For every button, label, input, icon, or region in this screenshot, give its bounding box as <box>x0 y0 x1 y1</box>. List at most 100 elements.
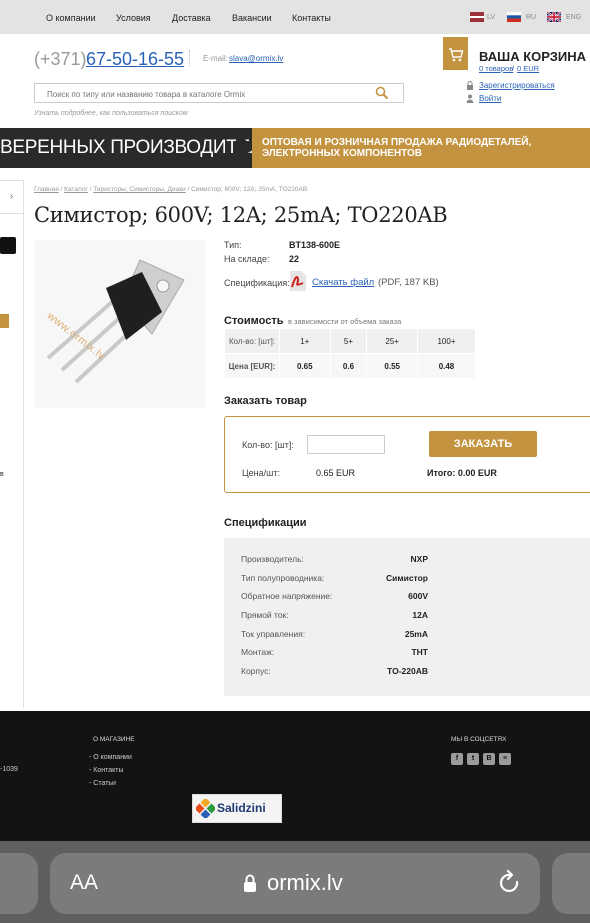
left-menu-arrow[interactable]: › <box>0 180 23 214</box>
lock-icon <box>244 874 256 892</box>
search-bar <box>34 83 404 105</box>
price-title: Стоимость <box>224 315 284 327</box>
product-image[interactable]: www.ormix.lv <box>34 240 206 408</box>
quantity-input[interactable] <box>307 435 385 454</box>
cart-title: ВАША КОРЗИНА <box>479 49 587 64</box>
lock-icon <box>467 81 473 90</box>
banner-line-2: ЭЛЕКТРОННЫХ КОМПОНЕНТОВ <box>262 148 423 159</box>
footer-link-contacts[interactable]: - Контакты <box>89 767 124 774</box>
blogger-icon[interactable]: B <box>483 753 495 765</box>
email-label: E-mail: <box>203 54 228 63</box>
breadcrumb: Главная / Каталог / Тиристоры, Симисторы… <box>34 186 308 193</box>
url-text[interactable]: ormix.lv <box>267 870 343 896</box>
spec-key: Ток управления: <box>241 629 306 639</box>
nav-link-contacts[interactable]: Контакты <box>292 13 331 23</box>
price-header-cell: Цена [EUR]: <box>224 353 280 379</box>
footer-link-articles[interactable]: - Статьи <box>89 780 116 787</box>
order-title: Заказать товар <box>224 395 307 407</box>
spec-value: 25mA <box>404 629 428 639</box>
phone-link[interactable]: 67-50-16-55 <box>86 49 184 70</box>
banner: ВЕРЕННЫХ ПРОИЗВОДИТЕЛЕЙ ОПТОВАЯ И РОЗНИЧ… <box>0 128 590 168</box>
top-nav: О компании Условия Доставка Вакансии Кон… <box>0 0 590 34</box>
lang-eng[interactable]: ENG <box>566 14 581 21</box>
pdf-icon[interactable] <box>289 271 306 291</box>
stock-label: На складе: <box>224 254 270 264</box>
facebook-icon[interactable]: f <box>451 753 463 765</box>
divider <box>189 50 191 66</box>
banner-line-1: ОПТОВАЯ И РОЗНИЧНАЯ ПРОДАЖА РАДИОДЕТАЛЕЙ… <box>262 137 532 148</box>
phone-prefix: (+371) <box>34 49 87 69</box>
spec-key: Обратное напряжение: <box>241 591 333 601</box>
spec-value: 600V <box>408 591 428 601</box>
footer-link-about[interactable]: - О компании <box>89 754 132 761</box>
spec-key: Прямой ток: <box>241 610 289 620</box>
type-label: Тип: <box>224 240 242 250</box>
russia-flag-icon[interactable] <box>507 12 521 22</box>
login-link[interactable]: Войти <box>479 94 501 103</box>
next-tab-pill[interactable] <box>552 853 590 914</box>
order-button[interactable]: ЗАКАЗАТЬ <box>429 431 537 457</box>
lang-ru[interactable]: RU <box>526 14 536 21</box>
left-menu-marker <box>0 314 9 328</box>
spec-value: Симистор <box>385 573 428 583</box>
price-table: Кол-во: [шт]: 1+ 5+ 25+ 100+ Цена [EUR]:… <box>224 328 477 379</box>
nav-link-delivery[interactable]: Доставка <box>172 13 211 23</box>
tier-cell: 100+ <box>416 328 477 354</box>
spec-value: TO-220AB <box>387 666 428 676</box>
footer-phone-fragment: -1039 <box>0 766 18 773</box>
rss-icon[interactable]: ≡ <box>499 753 511 765</box>
tier-cell: 5+ <box>329 328 368 354</box>
reload-icon[interactable] <box>497 869 523 897</box>
pdf-info: (PDF, 187 KB) <box>378 277 439 288</box>
spec-key: Корпус: <box>241 666 271 676</box>
search-hint-link[interactable]: Узнать подробнее, как пользоваться поиск… <box>34 110 188 117</box>
price-cell: 0.48 <box>416 353 477 379</box>
price-subtitle: в зависимости от объема заказа <box>287 317 402 326</box>
qty-header: Кол-во: [шт]: <box>224 328 280 354</box>
specs-title: Спецификации <box>224 517 307 529</box>
banner-arrow <box>236 128 252 168</box>
stock-value: 22 <box>289 254 300 264</box>
spec-key: Тип полупроводника: <box>241 573 325 583</box>
left-menu-fragment: в <box>0 471 4 478</box>
breadcrumb-catalog[interactable]: Каталог <box>64 186 88 193</box>
search-icon[interactable] <box>375 86 389 100</box>
cart-button[interactable] <box>443 37 468 70</box>
breadcrumb-category[interactable]: Тиристоры, Симисторы, Диаки <box>93 186 185 193</box>
cart-sum-link[interactable]: 0 EUR <box>517 64 539 73</box>
page-title: Симистор; 600V; 12A; 25mA; TO220AB <box>34 203 448 227</box>
search-input[interactable] <box>35 84 369 105</box>
uk-flag-icon[interactable] <box>547 12 561 22</box>
nav-link-about[interactable]: О компании <box>46 13 96 23</box>
specs-table: Производитель: NXP Тип полупроводника: Сим… <box>224 538 590 696</box>
nav-link-terms[interactable]: Условия <box>116 13 151 23</box>
breadcrumb-home[interactable]: Главная <box>34 186 59 193</box>
tier-cell: 25+ <box>366 328 418 354</box>
banner-right-text: ОПТОВАЯ И РОЗНИЧНАЯ ПРОДАЖА РАДИОДЕТАЛЕЙ… <box>262 137 531 159</box>
spec-label: Спецификация: <box>224 278 290 288</box>
download-link[interactable]: Скачать файл <box>312 277 374 288</box>
latvia-flag-icon[interactable] <box>470 12 484 22</box>
unit-price-value: 0.65 EUR <box>316 468 356 478</box>
cart-items-link[interactable]: 0 товаров <box>479 64 513 73</box>
price-cell: 0.55 <box>366 353 418 379</box>
salidzini-logo[interactable]: Salidzini <box>192 794 282 823</box>
order-total: Итого: 0.00 EUR <box>427 468 497 478</box>
price-cell: 0.65 <box>279 353 331 379</box>
left-column-border <box>23 180 24 708</box>
email-link[interactable]: slava@ormix.lv <box>229 54 283 63</box>
price-header: Стоимость в зависимости от объема заказа <box>224 311 401 329</box>
spec-value: 12A <box>412 610 428 620</box>
cart-separator: / <box>512 64 515 73</box>
register-link[interactable]: Зарегистрироваться <box>479 81 555 90</box>
prev-tab-pill[interactable] <box>0 853 38 914</box>
table-row: Кол-во: [шт]: 1+ 5+ 25+ 100+ <box>224 328 477 354</box>
lang-lv[interactable]: LV <box>487 14 495 21</box>
twitter-icon[interactable]: t <box>467 753 479 765</box>
salidzini-mark-icon <box>196 799 215 818</box>
reader-settings-button[interactable]: AA <box>70 871 98 895</box>
order-qty-label: Кол-во: [шт]: <box>242 440 294 450</box>
type-value: BT138-600E <box>289 240 341 250</box>
left-menu-button[interactable] <box>0 237 16 254</box>
nav-link-vacancies[interactable]: Вакансии <box>232 13 272 23</box>
